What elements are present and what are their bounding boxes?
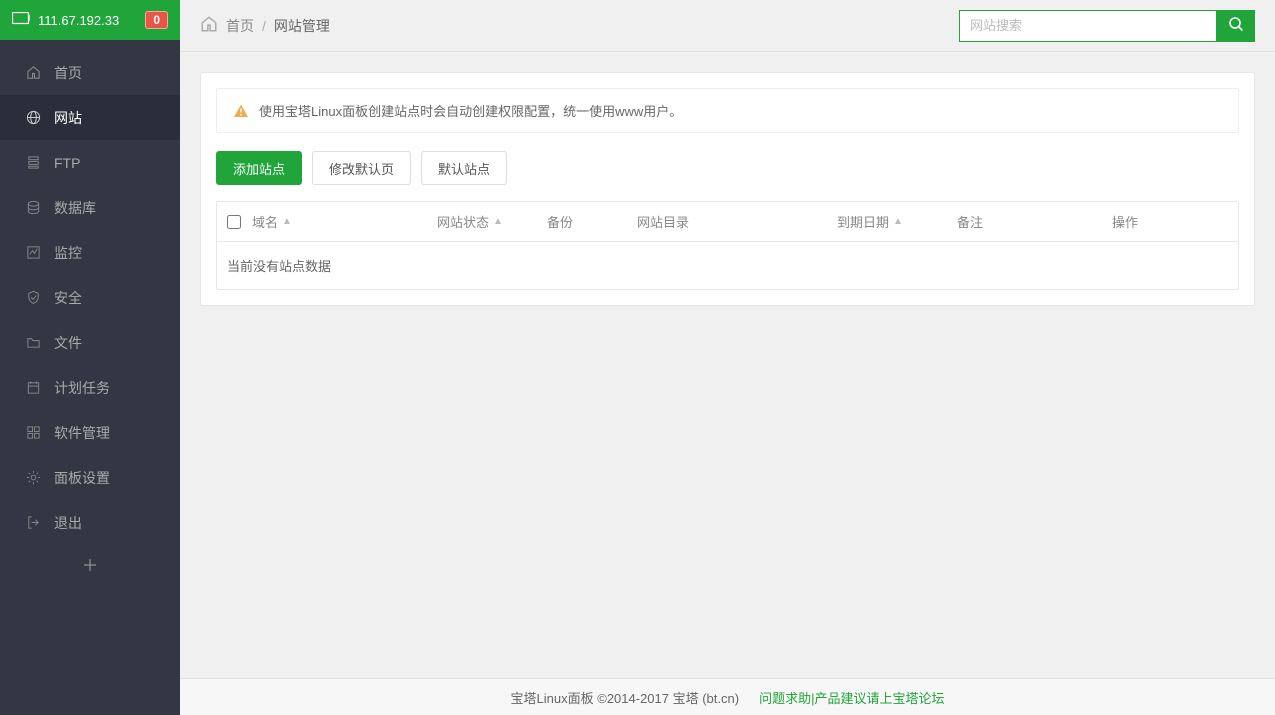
select-all-cell <box>227 215 252 229</box>
col-label: 操作 <box>1112 212 1138 231</box>
search-button[interactable] <box>1217 10 1255 42</box>
sort-icon: ▲ <box>893 216 903 227</box>
sidebar-item-label: 软件管理 <box>54 423 110 443</box>
breadcrumb-home[interactable]: 首页 <box>226 16 254 36</box>
topbar: 首页 / 网站管理 <box>180 0 1275 52</box>
sidebar-item-website[interactable]: 网站 <box>0 95 180 140</box>
col-label: 备注 <box>957 212 983 231</box>
table-header: 域名 ▲ 网站状态 ▲ 备份 网站目录 到期日期 ▲ 备注 <box>217 202 1238 242</box>
sidebar-item-software[interactable]: 软件管理 <box>0 410 180 455</box>
chart-icon <box>24 245 42 260</box>
footer-copyright: 宝塔Linux面板 ©2014-2017 宝塔 (bt.cn) <box>511 688 740 707</box>
col-domain[interactable]: 域名 ▲ <box>252 212 437 231</box>
sidebar-item-label: 计划任务 <box>54 378 110 398</box>
sidebar-item-label: 安全 <box>54 288 82 308</box>
sidebar-item-label: 面板设置 <box>54 468 110 488</box>
sidebar-item-settings[interactable]: 面板设置 <box>0 455 180 500</box>
button-row: 添加站点 修改默认页 默认站点 <box>216 151 1239 185</box>
sidebar-item-label: FTP <box>54 155 80 171</box>
info-text: 使用宝塔Linux面板创建站点时会自动创建权限配置，统一使用www用户。 <box>259 101 682 120</box>
col-backup: 备份 <box>547 212 637 231</box>
warning-icon <box>233 103 249 119</box>
sidebar-header: 111.67.192.33 0 <box>0 0 180 40</box>
sidebar-item-cron[interactable]: 计划任务 <box>0 365 180 410</box>
breadcrumb-current: 网站管理 <box>274 16 330 36</box>
modify-default-page-button[interactable]: 修改默认页 <box>312 151 411 185</box>
monitor-icon <box>12 12 30 29</box>
shield-icon <box>24 290 42 305</box>
calendar-icon <box>24 380 42 395</box>
footer: 宝塔Linux面板 ©2014-2017 宝塔 (bt.cn) 问题求助|产品建… <box>180 678 1275 715</box>
col-label: 域名 <box>252 212 278 231</box>
globe-icon <box>24 110 42 125</box>
add-site-button[interactable]: 添加站点 <box>216 151 302 185</box>
sidebar-item-label: 首页 <box>54 63 82 83</box>
sidebar-item-label: 监控 <box>54 243 82 263</box>
col-label: 到期日期 <box>837 212 889 231</box>
logout-icon <box>24 515 42 530</box>
sidebar-item-database[interactable]: 数据库 <box>0 185 180 230</box>
sidebar-item-logout[interactable]: 退出 <box>0 500 180 545</box>
sort-icon: ▲ <box>493 216 503 227</box>
col-dir: 网站目录 <box>637 212 837 231</box>
sidebar-item-ftp[interactable]: FTP <box>0 140 180 185</box>
info-notice: 使用宝塔Linux面板创建站点时会自动创建权限配置，统一使用www用户。 <box>216 88 1239 133</box>
sidebar-item-label: 网站 <box>54 108 82 128</box>
sidebar-nav: 首页 网站 FTP 数据库 监控 安全 文件 计划任务 <box>0 40 180 590</box>
sidebar-item-label: 文件 <box>54 333 82 353</box>
col-label: 网站状态 <box>437 212 489 231</box>
sidebar-item-label: 数据库 <box>54 198 96 218</box>
gear-icon <box>24 470 42 485</box>
sidebar: 111.67.192.33 0 首页 网站 FTP 数据库 监控 安全 <box>0 0 180 715</box>
content-panel: 使用宝塔Linux面板创建站点时会自动创建权限配置，统一使用www用户。 添加站… <box>200 72 1255 306</box>
footer-forum-link[interactable]: 问题求助|产品建议请上宝塔论坛 <box>759 688 944 707</box>
search-input[interactable] <box>959 10 1217 42</box>
plus-icon <box>83 558 97 577</box>
col-operation: 操作 <box>1112 212 1228 231</box>
database-icon <box>24 200 42 215</box>
col-label: 备份 <box>547 212 573 231</box>
sort-icon: ▲ <box>282 216 292 227</box>
sidebar-item-security[interactable]: 安全 <box>0 275 180 320</box>
default-site-button[interactable]: 默认站点 <box>421 151 507 185</box>
search-icon <box>1228 16 1244 35</box>
breadcrumb: 首页 / 网站管理 <box>200 15 959 36</box>
main: 首页 / 网站管理 使用宝塔Linux面板创建站点时会自动创建权限配置，统一使用… <box>180 0 1275 678</box>
sidebar-item-label: 退出 <box>54 513 82 533</box>
notification-badge[interactable]: 0 <box>145 11 168 29</box>
server-ip: 111.67.192.33 <box>38 13 145 28</box>
table-empty-message: 当前没有站点数据 <box>217 242 1238 289</box>
sidebar-item-files[interactable]: 文件 <box>0 320 180 365</box>
grid-icon <box>24 425 42 440</box>
home-icon <box>200 15 218 36</box>
col-expire[interactable]: 到期日期 ▲ <box>837 212 957 231</box>
col-status[interactable]: 网站状态 ▲ <box>437 212 547 231</box>
search-box <box>959 10 1255 42</box>
breadcrumb-separator: / <box>262 18 266 34</box>
col-note: 备注 <box>957 212 1112 231</box>
site-table: 域名 ▲ 网站状态 ▲ 备份 网站目录 到期日期 ▲ 备注 <box>216 201 1239 290</box>
ftp-icon <box>24 155 42 170</box>
select-all-checkbox[interactable] <box>227 215 241 229</box>
sidebar-item-monitor[interactable]: 监控 <box>0 230 180 275</box>
folder-icon <box>24 335 42 350</box>
home-icon <box>24 65 42 80</box>
sidebar-item-home[interactable]: 首页 <box>0 50 180 95</box>
col-label: 网站目录 <box>637 212 689 231</box>
sidebar-add-button[interactable] <box>0 545 180 590</box>
